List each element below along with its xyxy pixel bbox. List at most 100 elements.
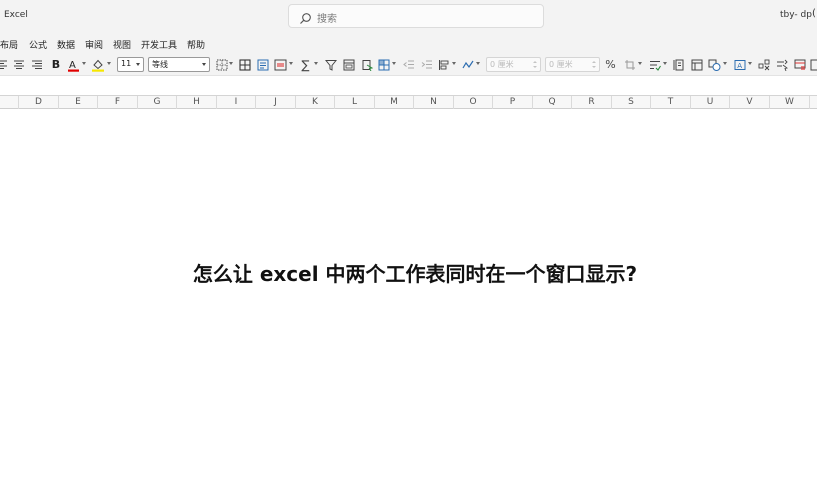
borders-icon[interactable] xyxy=(215,57,228,72)
column-width-icon[interactable] xyxy=(672,57,685,72)
sheet-grid[interactable] xyxy=(0,109,817,500)
column-header[interactable]: E xyxy=(58,96,97,109)
font-size-select[interactable]: 11 xyxy=(117,57,144,72)
bold-button[interactable]: B xyxy=(50,57,62,72)
column-header[interactable]: F xyxy=(97,96,137,109)
menu-item-layout[interactable]: 布局 xyxy=(0,38,18,51)
spin-down-icon[interactable] xyxy=(592,66,596,68)
align-objects-dropdown-icon[interactable] xyxy=(452,62,456,65)
ribbon-toolbar: B A 11 等线 ∑ 0 厘米 0 厘米 % A xyxy=(0,53,817,76)
all-borders-icon[interactable] xyxy=(238,57,251,72)
column-header[interactable]: V xyxy=(729,96,769,109)
column-header[interactable]: P xyxy=(492,96,532,109)
autosum-dropdown-icon[interactable] xyxy=(314,62,318,65)
column-header[interactable]: W xyxy=(769,96,809,109)
column-header[interactable] xyxy=(0,96,18,109)
column-header[interactable]: G xyxy=(137,96,176,109)
column-header[interactable]: D xyxy=(18,96,58,109)
increase-indent-icon[interactable] xyxy=(420,57,433,72)
fill-color-dropdown-icon[interactable] xyxy=(107,62,111,65)
height-field-value: 0 厘米 xyxy=(549,60,573,69)
table-format-icon[interactable] xyxy=(342,57,355,72)
column-header[interactable]: T xyxy=(650,96,690,109)
percent-button[interactable]: % xyxy=(604,57,617,72)
column-header[interactable]: Q xyxy=(532,96,571,109)
merge-dropdown-icon[interactable] xyxy=(289,62,293,65)
menu-item-developer[interactable]: 开发工具 xyxy=(141,38,177,51)
svg-text:A: A xyxy=(69,60,76,71)
title-bar: Excel 搜索 tby- dp ( xyxy=(0,0,817,34)
width-field[interactable]: 0 厘米 xyxy=(486,57,541,72)
page-title: 怎么让 excel 中两个工作表同时在一个窗口显示? xyxy=(192,262,638,286)
shapes-icon[interactable] xyxy=(708,57,721,72)
align-right-icon[interactable] xyxy=(31,57,43,72)
menu-item-review[interactable]: 审阅 xyxy=(85,38,103,51)
borders-dropdown-icon[interactable] xyxy=(229,62,233,65)
font-name-select[interactable]: 等线 xyxy=(148,57,210,72)
align-objects-icon[interactable] xyxy=(437,57,450,72)
font-name-value: 等线 xyxy=(152,60,168,69)
menu-item-view[interactable]: 视图 xyxy=(113,38,131,51)
column-header[interactable]: S xyxy=(611,96,650,109)
menu-item-formulas[interactable]: 公式 xyxy=(29,38,47,51)
autosum-icon[interactable]: ∑ xyxy=(299,57,312,72)
font-size-value: 11 xyxy=(121,59,132,68)
height-field[interactable]: 0 厘米 xyxy=(545,57,600,72)
fill-color-icon[interactable] xyxy=(91,57,105,72)
sparkline-dropdown-icon[interactable] xyxy=(476,62,480,65)
column-header[interactable]: N xyxy=(413,96,453,109)
ungroup-icon[interactable] xyxy=(757,57,770,72)
column-header[interactable]: I xyxy=(216,96,255,109)
format-painter-icon[interactable] xyxy=(793,57,806,72)
selection-pane-icon[interactable] xyxy=(775,57,788,72)
merge-cells-icon[interactable] xyxy=(274,57,287,72)
spin-up-icon[interactable] xyxy=(592,61,596,63)
app-name: Excel xyxy=(4,10,28,20)
sparkline-icon[interactable] xyxy=(461,57,474,72)
crop-icon[interactable] xyxy=(623,57,636,72)
formula-bar[interactable] xyxy=(0,76,817,95)
column-header-row: D E F G H I J K L M N O P Q R S T U V W xyxy=(0,95,817,109)
search-icon xyxy=(299,10,312,24)
column-header[interactable]: U xyxy=(690,96,729,109)
column-header[interactable]: O xyxy=(453,96,492,109)
avatar[interactable]: ( xyxy=(812,8,816,19)
insert-dropdown-icon[interactable] xyxy=(392,62,396,65)
column-header[interactable]: M xyxy=(374,96,413,109)
chevron-down-icon xyxy=(136,63,140,66)
column-header[interactable]: K xyxy=(295,96,334,109)
font-color-dropdown-icon[interactable] xyxy=(82,62,86,65)
menu-item-data[interactable]: 数据 xyxy=(57,38,75,51)
insert-cells-icon[interactable] xyxy=(377,57,390,72)
width-field-value: 0 厘米 xyxy=(490,60,514,69)
shapes-dropdown-icon[interactable] xyxy=(723,62,727,65)
text-box-dropdown-icon[interactable] xyxy=(748,62,752,65)
spin-up-icon[interactable] xyxy=(533,61,537,63)
filter-icon[interactable] xyxy=(324,57,337,72)
menu-item-help[interactable]: 帮助 xyxy=(187,38,205,51)
user-name[interactable]: tby- dp xyxy=(780,10,812,20)
chevron-down-icon xyxy=(202,63,206,66)
spin-down-icon[interactable] xyxy=(533,66,537,68)
menu-bar: 布局 公式 数据 审阅 视图 开发工具 帮助 xyxy=(0,34,817,53)
column-header[interactable]: R xyxy=(571,96,611,109)
svg-text:A: A xyxy=(737,62,742,70)
crop-dropdown-icon[interactable] xyxy=(638,62,642,65)
column-header[interactable]: H xyxy=(176,96,216,109)
decrease-indent-icon[interactable] xyxy=(402,57,415,72)
align-center-icon[interactable] xyxy=(13,57,25,72)
align-left-icon[interactable] xyxy=(0,57,8,72)
font-color-icon[interactable]: A xyxy=(67,57,80,72)
paste-special-icon[interactable] xyxy=(360,57,373,72)
cell-style-icon[interactable] xyxy=(690,57,703,72)
column-header[interactable] xyxy=(809,96,817,109)
column-header[interactable]: J xyxy=(255,96,295,109)
column-header[interactable]: L xyxy=(334,96,374,109)
conditional-format-dropdown-icon[interactable] xyxy=(663,62,667,65)
search-box[interactable]: 搜索 xyxy=(288,4,544,28)
search-placeholder: 搜索 xyxy=(317,14,337,25)
text-box-icon[interactable]: A xyxy=(733,57,746,72)
wrap-text-icon[interactable] xyxy=(256,57,269,72)
conditional-format-icon[interactable] xyxy=(648,57,661,72)
more-tools-icon[interactable] xyxy=(810,57,817,72)
